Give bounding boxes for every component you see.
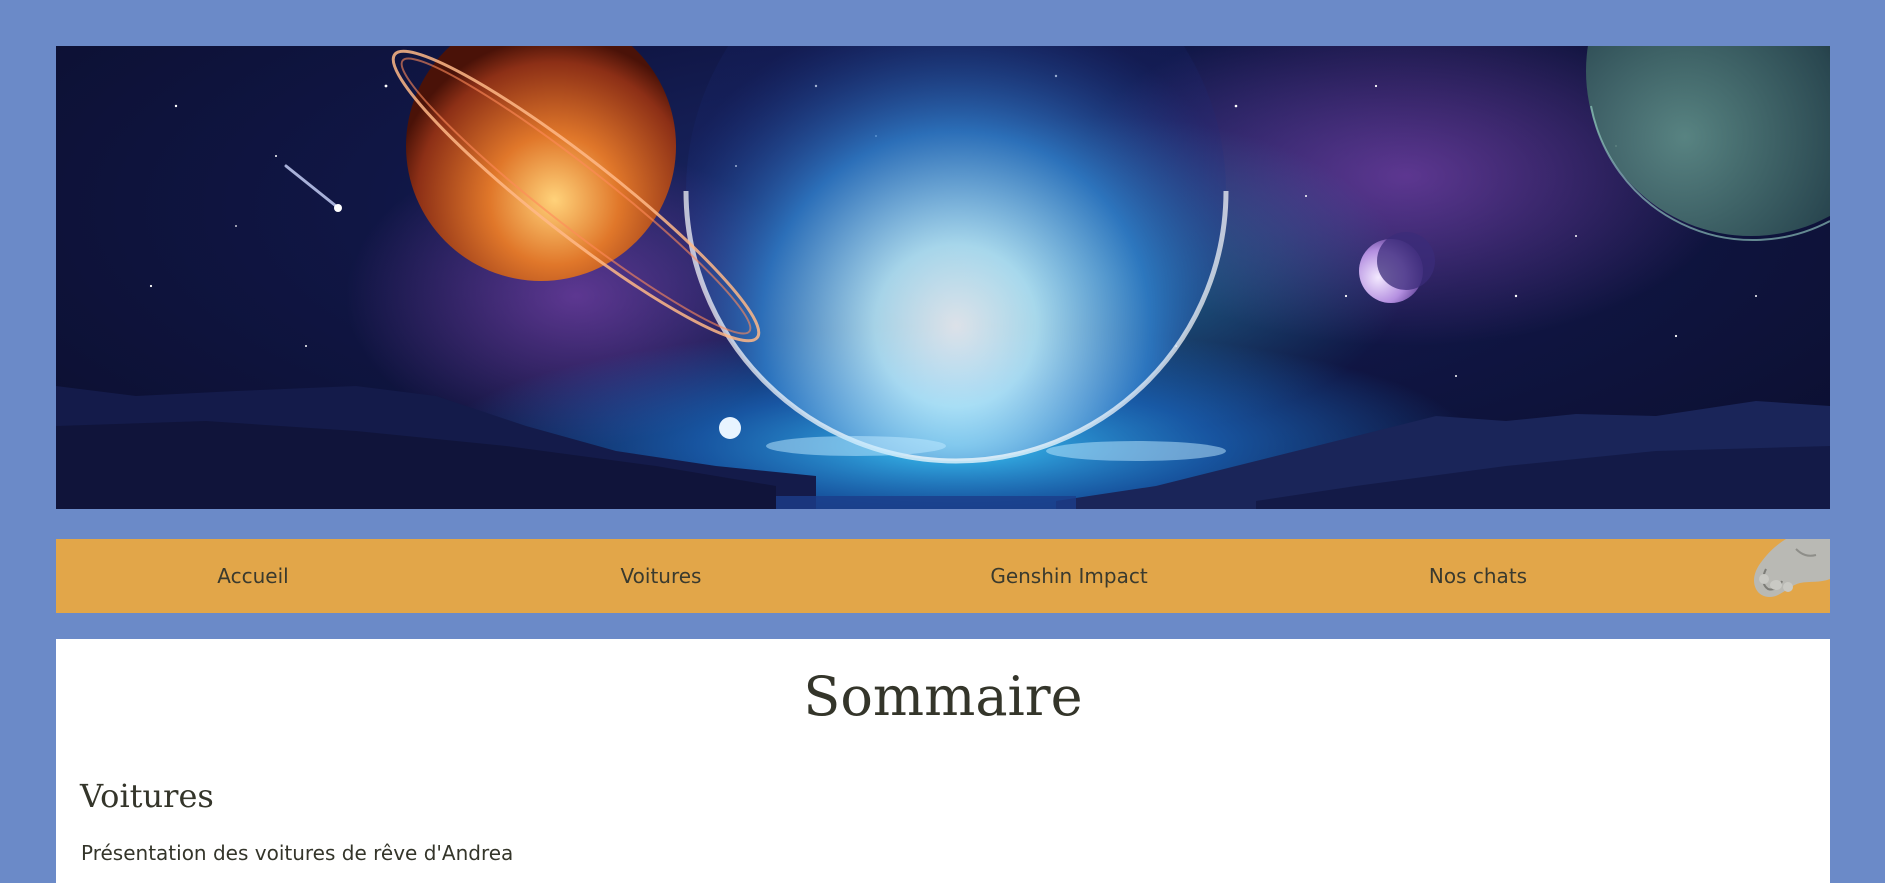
cat-paw-image <box>1746 539 1830 601</box>
nav-item-voitures[interactable]: Voitures <box>621 539 702 613</box>
nav-item-genshin-impact[interactable]: Genshin Impact <box>990 539 1147 613</box>
nav-item-nos-chats[interactable]: Nos chats <box>1429 539 1527 613</box>
main-nav: Accueil Voitures Genshin Impact Nos chat… <box>56 539 1830 613</box>
page-title: Sommaire <box>803 665 1083 728</box>
section-title-voitures: Voitures <box>80 777 214 815</box>
section-description-voitures: Présentation des voitures de rêve d'Andr… <box>81 841 514 865</box>
banner-space-image <box>56 46 1830 509</box>
main-content: Sommaire Voitures Présentation des voitu… <box>56 639 1830 883</box>
page: Accueil Voitures Genshin Impact Nos chat… <box>0 0 1885 883</box>
nav-item-accueil[interactable]: Accueil <box>217 539 288 613</box>
